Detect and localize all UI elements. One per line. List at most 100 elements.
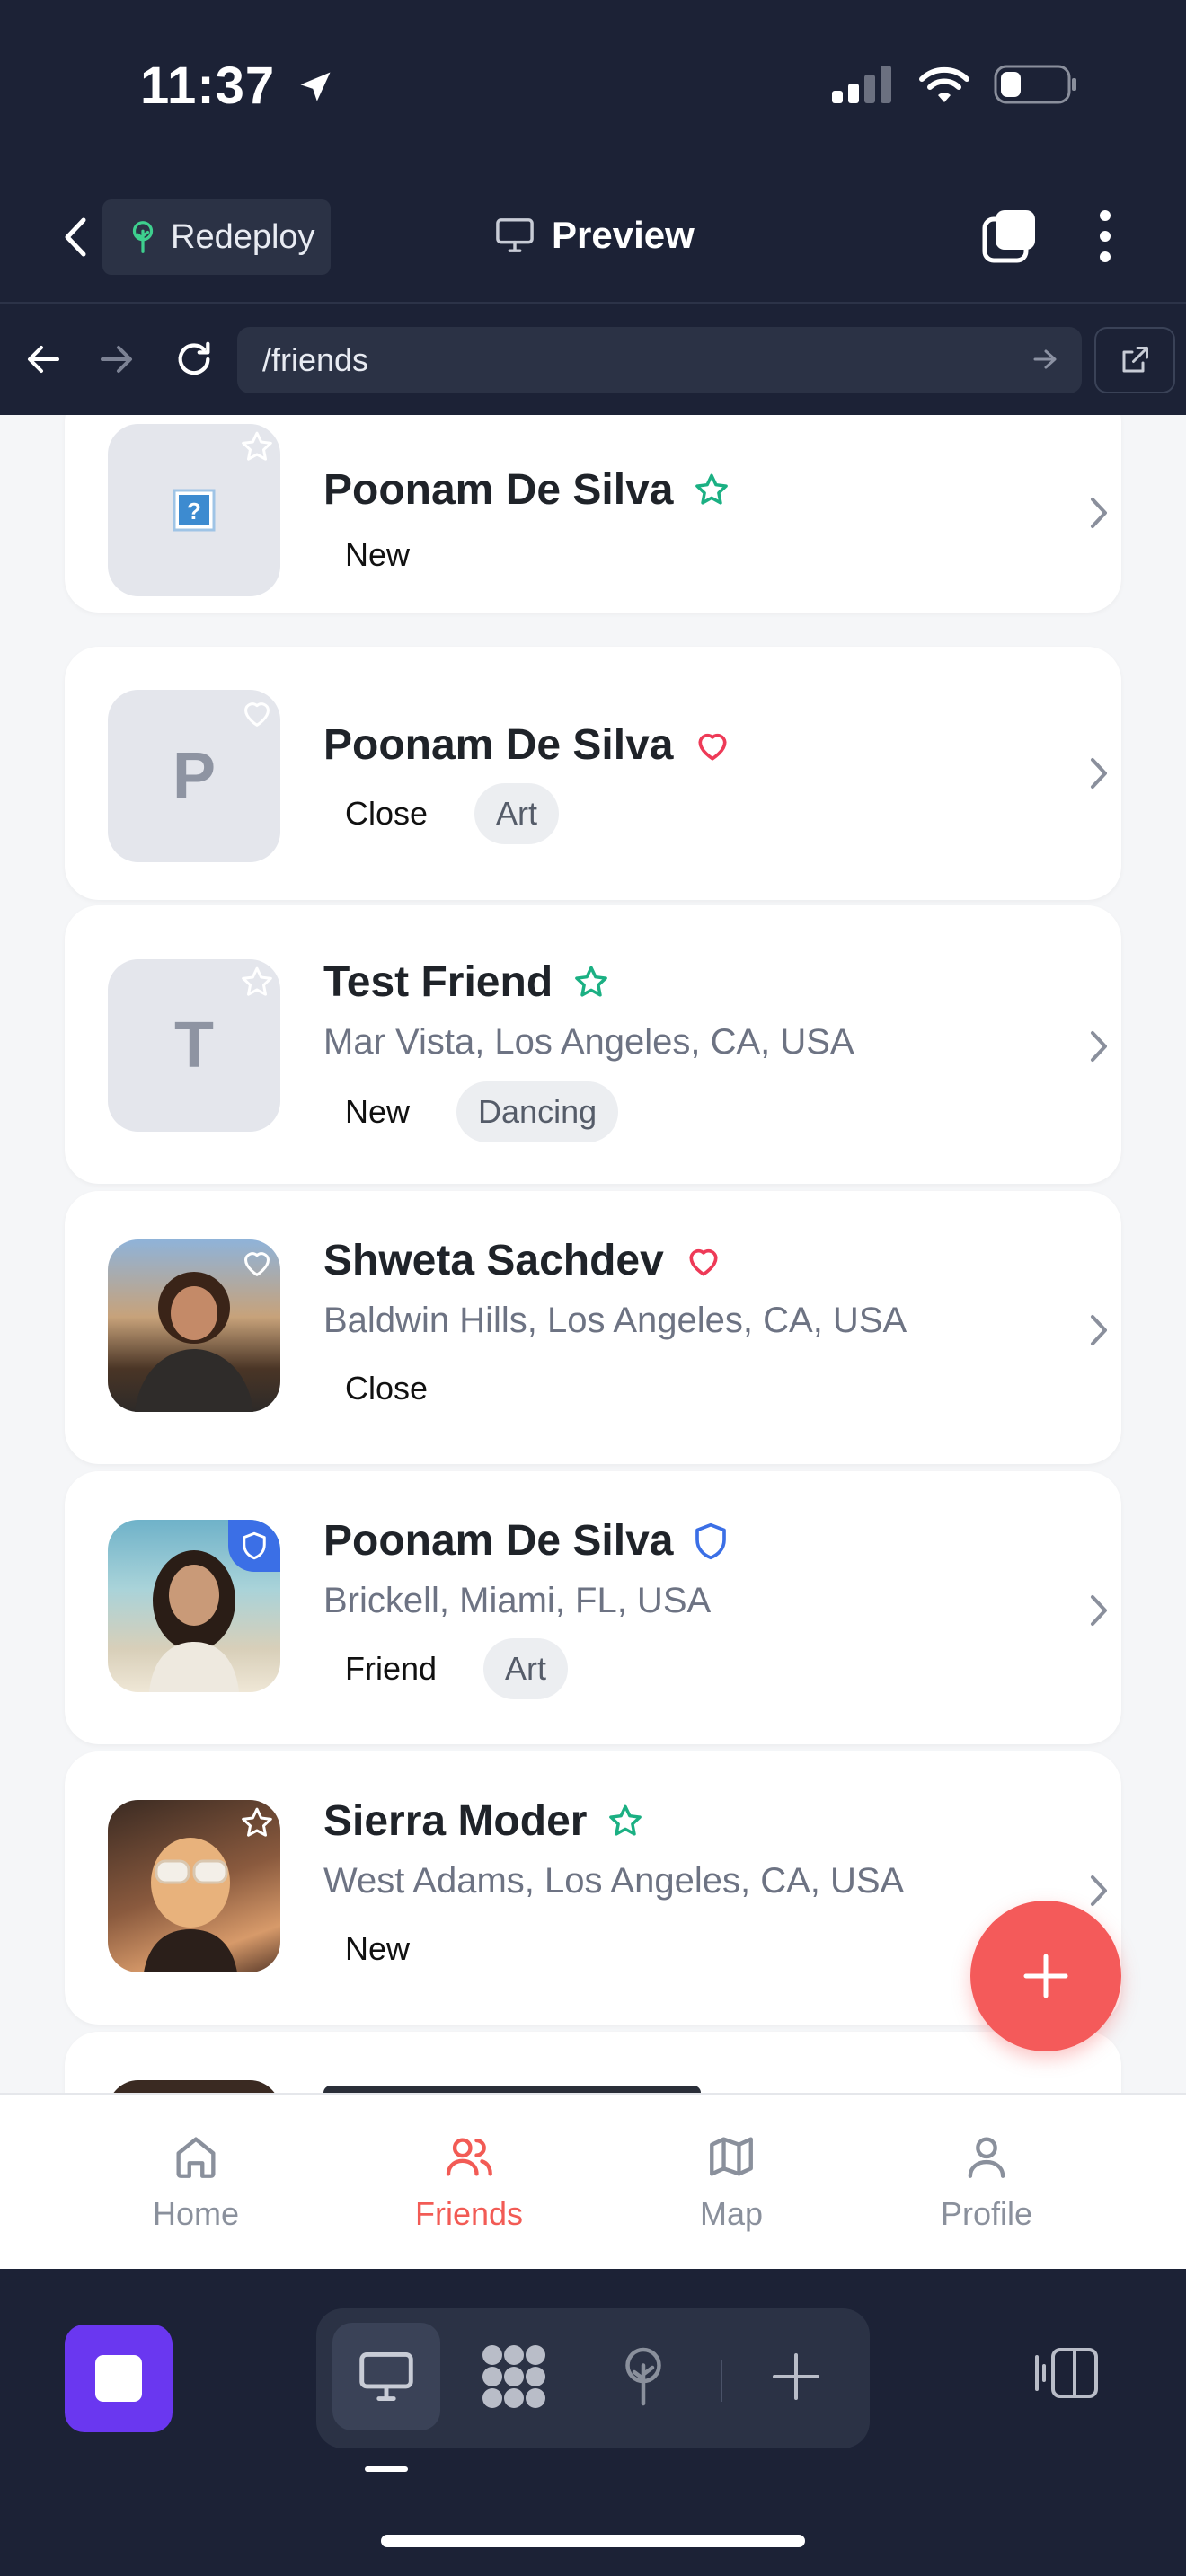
add-tool-button[interactable] (742, 2323, 850, 2430)
back-button[interactable] (49, 210, 102, 264)
chevron-right-icon (1091, 1875, 1107, 1906)
arrow-right-icon (101, 346, 132, 373)
preview-tool-button[interactable] (332, 2323, 440, 2430)
battery-icon (994, 65, 1076, 104)
chevron-right-icon (1091, 758, 1107, 789)
friend-name: Sierra Moder (323, 1797, 588, 1845)
preview-header: Redeploy Preview (0, 171, 1186, 304)
star-outline-icon[interactable] (239, 429, 275, 465)
tab-friends[interactable]: Friends (379, 2130, 559, 2233)
heart-outline-icon[interactable] (239, 695, 275, 731)
arrow-left-icon (28, 346, 59, 373)
browser-back-button[interactable] (16, 332, 70, 386)
dock-tools (316, 2308, 870, 2448)
chevron-left-icon (65, 217, 86, 257)
plus-icon (773, 2353, 819, 2400)
wifi-icon (919, 66, 969, 102)
stop-button[interactable] (65, 2325, 173, 2432)
avatar-photo (108, 1800, 280, 1972)
more-options-button[interactable] (1087, 208, 1123, 269)
tree-icon (625, 2347, 661, 2406)
friend-name: Test Friend (323, 958, 553, 1006)
monitor-icon (496, 218, 534, 252)
status-tag: New (345, 1930, 411, 1967)
friend-name-row: Poonam De Silva (323, 465, 730, 515)
avatar: T (108, 959, 280, 1132)
avatar: P (108, 690, 280, 862)
redeploy-label: Redeploy (171, 217, 315, 256)
friend-badge[interactable] (228, 1520, 280, 1572)
deploy-tool-button[interactable] (589, 2323, 697, 2430)
heart-outline-icon[interactable] (239, 1245, 275, 1281)
apps-tool-button[interactable] (460, 2323, 568, 2430)
friend-card[interactable] (65, 2032, 1121, 2093)
star-outline-icon[interactable] (239, 1805, 275, 1841)
url-input[interactable]: /friends (237, 327, 1082, 393)
chevron-right-icon (1091, 1031, 1107, 1062)
star-outline-icon[interactable] (239, 965, 275, 1001)
status-tag: Close (345, 795, 429, 832)
friend-card[interactable]: ? Poonam De Silva New (65, 415, 1121, 613)
windows-button[interactable] (981, 208, 1039, 269)
signal-icon (832, 66, 891, 103)
tab-home[interactable]: Home (106, 2130, 286, 2233)
friend-card[interactable]: Poonam De Silva Brickell, Miami, FL, USA… (65, 1471, 1121, 1744)
star-icon (695, 473, 729, 505)
friend-name: Poonam De Silva (323, 1517, 674, 1565)
users-icon (446, 2138, 492, 2176)
tab-profile[interactable]: Profile (897, 2130, 1076, 2233)
friend-card[interactable]: T Test Friend Mar Vista, Los Angeles, CA… (65, 905, 1121, 1184)
friend-card[interactable]: Sierra Moder West Adams, Los Angeles, CA… (65, 1751, 1121, 2025)
friend-name-row: Test Friend (323, 957, 610, 1007)
svg-text:?: ? (187, 498, 201, 525)
friend-location: West Adams, Los Angeles, CA, USA (323, 1861, 905, 1901)
browser-url-row: /friends (0, 305, 1186, 415)
friend-location: Baldwin Hills, Los Angeles, CA, USA (323, 1301, 907, 1340)
friend-card[interactable]: Shweta Sachdev Baldwin Hills, Los Angele… (65, 1191, 1121, 1464)
avatar-photo (108, 2080, 280, 2093)
bottom-tab-bar: Home Friends Map Profile (0, 2093, 1186, 2269)
stop-icon (95, 2355, 142, 2402)
bottom-dock (0, 2269, 1186, 2576)
status-bar: 11:37 (0, 0, 1186, 171)
shield-icon (695, 1522, 727, 1559)
friend-name: Poonam De Silva (323, 466, 674, 514)
shield-icon (243, 1531, 266, 1560)
interest-pill: Dancing (456, 1081, 619, 1142)
status-tag: Close (345, 1370, 429, 1407)
browser-forward-button[interactable] (90, 332, 144, 386)
star-icon (609, 1804, 642, 1836)
more-vertical-icon (1100, 210, 1111, 262)
user-icon (968, 2137, 1005, 2178)
chevron-right-icon (1091, 498, 1107, 528)
avatar: ? (108, 424, 280, 596)
status-tag: New (345, 536, 411, 573)
browser-reload-button[interactable] (167, 332, 221, 386)
status-tag: New (345, 1093, 411, 1130)
tags: New (323, 525, 431, 586)
open-external-button[interactable] (1094, 327, 1175, 393)
friend-name-row: Poonam De Silva (323, 1516, 729, 1566)
grid-blob-icon (482, 2345, 545, 2408)
chevron-right-icon (1091, 1315, 1107, 1345)
windows-stack-icon (982, 210, 1035, 263)
active-indicator (365, 2466, 408, 2472)
dock-divider (721, 2360, 722, 2402)
status-time: 11:37 (140, 56, 335, 116)
redeploy-button[interactable]: Redeploy (102, 199, 331, 275)
panel-toggle-button[interactable] (1033, 2344, 1102, 2406)
interest-pill: Art (474, 783, 560, 844)
tags: New (323, 1919, 431, 1980)
go-arrow-icon[interactable] (1030, 343, 1062, 375)
plus-icon (1023, 1954, 1068, 1998)
friend-card[interactable]: P Poonam De Silva Close Art (65, 647, 1121, 900)
add-friend-button[interactable] (970, 1901, 1121, 2051)
tab-map[interactable]: Map (642, 2130, 821, 2233)
friend-name: Shweta Sachdev (323, 1237, 664, 1284)
status-tag: Friend (345, 1650, 438, 1687)
friend-name-row: Poonam De Silva (323, 720, 732, 770)
star-icon (575, 966, 607, 997)
location-arrow-icon (300, 72, 331, 101)
tags: New Dancing (323, 1081, 619, 1142)
tags: Close (323, 1358, 449, 1419)
